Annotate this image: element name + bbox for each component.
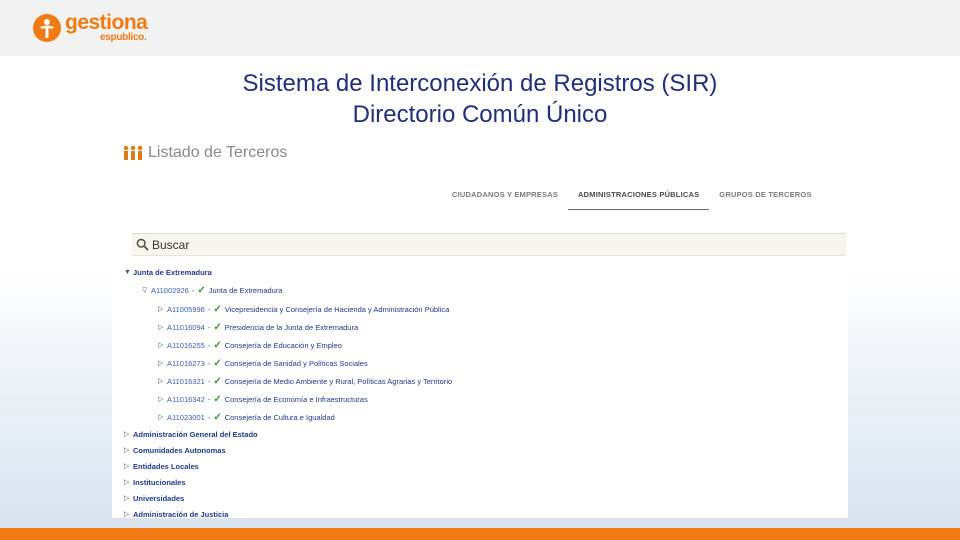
tree-leaf-node[interactable]: ▷ A11016094 - ✓ Presidencia de la Junta … [158,321,358,333]
slide-header: gestiona espublico. [0,0,960,56]
tree-leaf-node[interactable]: ▷ A11016273 - ✓ Consejería de Sanidad y … [158,357,368,369]
check-icon: ✓ [197,284,206,296]
tree-node-code: A11016321 [167,376,205,386]
tree-leaf-node[interactable]: ▷ A11016321 - ✓ Consejería de Medio Ambi… [158,375,452,387]
tree-group-node[interactable]: ▷ Universidades [124,492,184,504]
tree-group-node[interactable]: ▷ Administración de Justicia [124,508,228,520]
tree-node-label: Comunidades Autonomas [133,445,226,455]
check-icon: ✓ [213,321,222,333]
gestiona-logo: gestiona espublico. [33,11,163,47]
tree-node-code: A11002926 [151,285,189,295]
page-heading-text: Listado de Terceros [148,144,288,161]
tree-node-code: A11016273 [167,358,205,368]
tree-node-label: Entidades Locales [133,461,199,471]
tree-node-label: Consejería de Medio Ambiente y Rural, Po… [224,376,453,386]
collapsed-arrow-icon: ▷ [158,378,164,385]
tree-node-label: Consejería de Educación y Empleo [224,340,342,350]
collapsed-arrow-icon: ▷ [124,479,130,486]
collapsed-arrow-icon: ▷ [124,511,130,518]
check-icon: ✓ [213,303,222,315]
slide-title: Sistema de Interconexión de Registros (S… [0,68,960,130]
collapsed-arrow-icon: ▷ [124,495,130,502]
separator-dash: - [207,394,211,404]
tree-group-node[interactable]: ▷ Comunidades Autonomas [124,444,226,456]
separator-dash: - [207,412,211,422]
tree-node-label: Presidencia de la Junta de Extremadura [224,322,359,332]
tree-node-label: Vicepresidencia y Consejería de Hacienda… [224,304,450,314]
separator-dash: - [207,358,211,368]
tree-group-node[interactable]: ▷ Administración General del Estado [124,428,258,440]
tree-node-label: Administración General del Estado [133,429,258,439]
tree-child-node[interactable]: ▽ A11002926 - ✓ Junta de Extremadura [142,284,283,296]
tree-leaf-node[interactable]: ▷ A11023001 - ✓ Consejería de Cultura e … [158,411,335,423]
collapsed-arrow-icon: ▷ [158,360,164,367]
tree-group-node[interactable]: ▷ Institucionales [124,476,186,488]
separator-dash: - [207,304,211,314]
tab-administraciones-publicas[interactable]: ADMINISTRACIONES PÚBLICAS [568,186,710,210]
page-heading: Listado de Terceros [122,142,287,164]
tree-group-node[interactable]: ▷ Entidades Locales [124,460,199,472]
app-screenshot: Listado de Terceros CIUDADANOS Y EMPRESA… [112,132,848,520]
search-input[interactable] [152,237,752,252]
slide-title-line-2: Directorio Común Único [352,101,608,128]
collapsed-arrow-icon: ▷ [158,396,164,403]
tree-node-code: A11016342 [167,394,205,404]
tab-ciudadanos-empresas[interactable]: CIUDADANOS Y EMPRESAS [442,186,568,210]
slide-title-line-1: Sistema de Interconexión de Registros (S… [242,70,718,97]
search-bar [132,233,846,256]
collapsed-arrow-icon: ▷ [158,324,164,331]
tree-node-label: Consejería de Cultura e Igualdad [224,412,335,422]
tree-leaf-node[interactable]: ▷ A11016342 - ✓ Consejería de Economía e… [158,393,368,405]
separator-dash: - [207,376,211,386]
tab-bar: CIUDADANOS Y EMPRESAS ADMINISTRACIONES P… [442,186,822,210]
people-icon [123,145,143,160]
separator-dash: - [207,322,211,332]
tree-leaf-node[interactable]: ▷ A11016255 - ✓ Consejería de Educación … [158,339,342,351]
separator-dash: - [191,285,195,295]
tree-node-label: Universidades [133,493,185,503]
tree-node-code: A11005996 [167,304,205,314]
collapsed-arrow-icon: ▷ [124,463,130,470]
collapsed-arrow-icon: ▷ [124,447,130,454]
footer-accent-bar [0,528,960,540]
collapsed-arrow-icon: ▷ [158,342,164,349]
check-icon: ✓ [213,375,222,387]
check-icon: ✓ [213,393,222,405]
tree-node-code: A11016255 [167,340,205,350]
tree-node-code: A11023001 [167,412,205,422]
separator-dash: - [207,340,211,350]
tree-node-code: A11016094 [167,322,205,332]
tree-node-label: Junta de Extremadura [208,285,283,295]
expanded-arrow-icon: ▼ [124,268,131,276]
tree-leaf-node[interactable]: ▷ A11005996 - ✓ Vicepresidencia y Consej… [158,303,449,315]
collapsed-arrow-icon: ▷ [158,414,164,421]
logo-person-icon [33,14,61,42]
tree-node-label: Consejería de Economía e Infraestructura… [224,394,368,404]
tree-node-label: Junta de Extremadura [133,267,212,277]
check-icon: ✓ [213,411,222,423]
collapsed-arrow-icon: ▷ [158,306,164,313]
collapsed-arrow-icon: ▷ [124,431,130,438]
tree-node-label: Consejería de Sanidad y Políticas Social… [224,358,368,368]
check-icon: ✓ [213,339,222,351]
expanded-arrow-icon: ▽ [142,287,148,294]
tree-node-label: Institucionales [133,477,186,487]
tab-grupos-terceros[interactable]: GRUPOS DE TERCEROS [709,186,821,210]
check-icon: ✓ [213,357,222,369]
tree-node-label: Administración de Justicia [133,509,229,519]
tree-root-node[interactable]: ▼ Junta de Extremadura [124,266,212,278]
logo-sub-text: espublico. [100,32,147,43]
search-icon [136,238,149,251]
